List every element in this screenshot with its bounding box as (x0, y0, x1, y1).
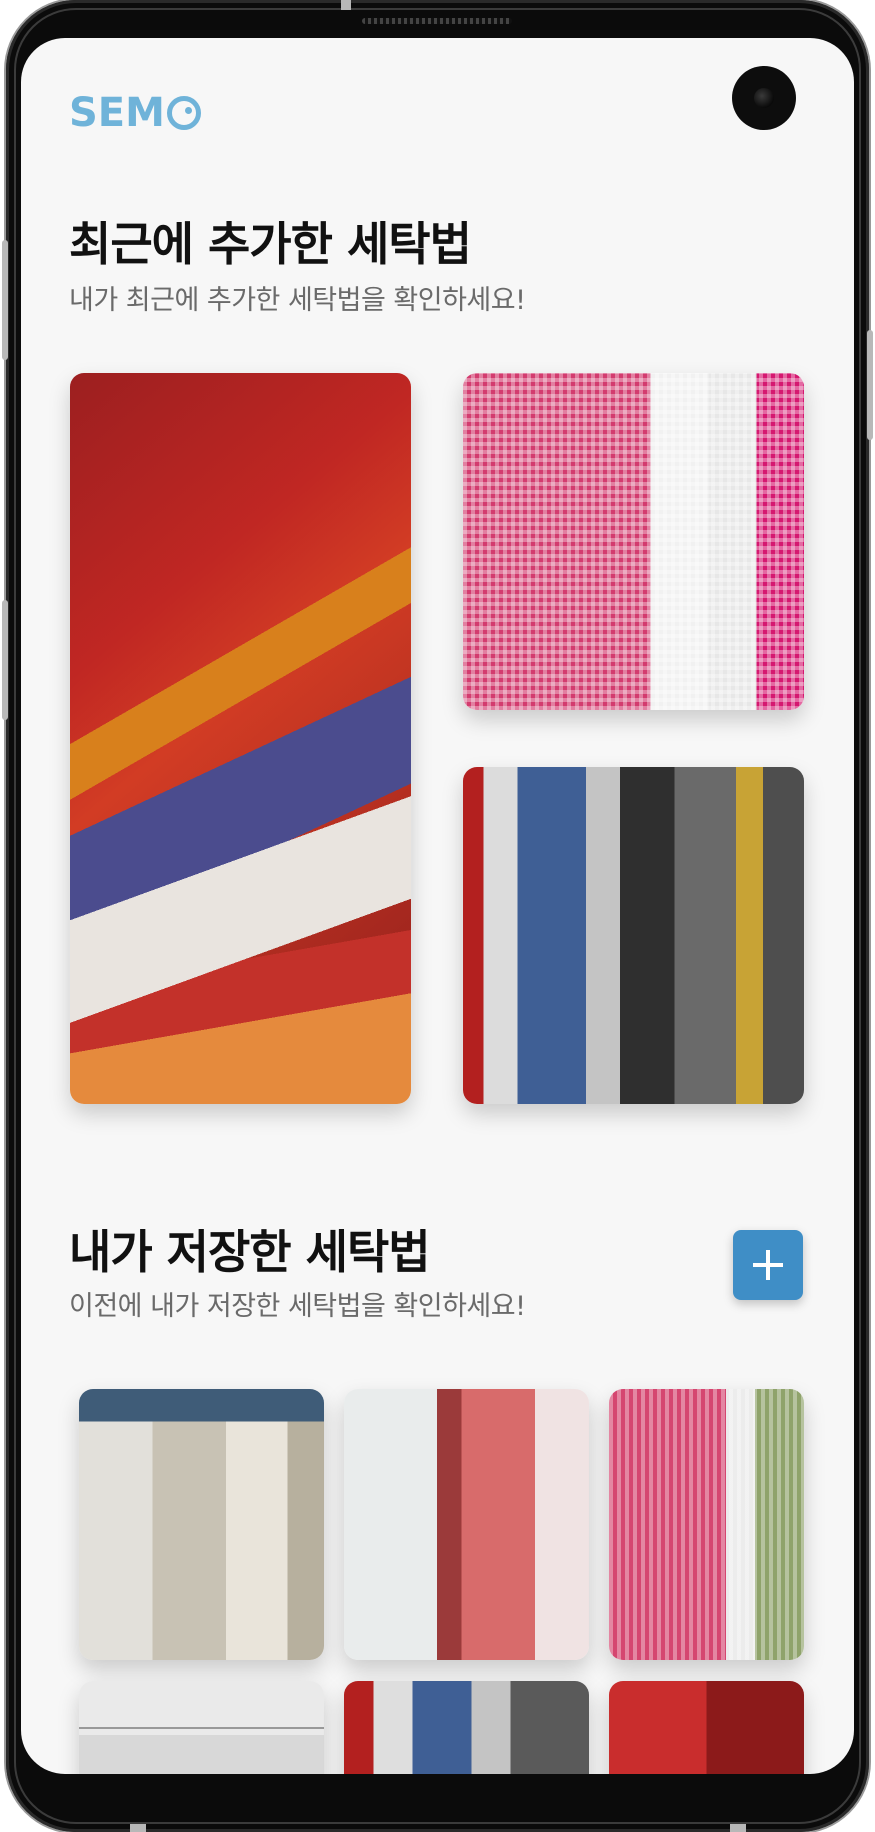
recent-card-hanging-clothes[interactable] (463, 767, 804, 1104)
phone-bottom-nub (730, 1824, 746, 1832)
saved-section-subtitle: 이전에 내가 저장한 세탁법을 확인하세요! (69, 1291, 526, 1322)
volume-button (2, 240, 8, 360)
bixby-button (2, 600, 8, 720)
recent-section-subtitle: 내가 최근에 추가한 세탁법을 확인하세요! (69, 285, 526, 316)
saved-card-hangers[interactable] (79, 1681, 324, 1774)
semo-logo[interactable]: SEM (69, 90, 201, 136)
saved-card-pink-shirt[interactable] (344, 1389, 589, 1660)
recent-card-clothesline[interactable] (70, 373, 411, 1104)
earpiece-speaker (362, 18, 512, 24)
logo-text: SEM (69, 90, 165, 136)
phone-bottom-nub (130, 1824, 146, 1832)
power-button (867, 330, 873, 440)
logo-face-icon (166, 96, 201, 130)
saved-card-hanging-clothes[interactable] (344, 1681, 589, 1774)
front-camera (732, 66, 796, 130)
saved-section-title: 내가 저장한 세탁법 (69, 1225, 431, 1279)
app-screen: SEM 최근에 추가한 세탁법 내가 최근에 추가한 세탁법을 확인하세요! 내… (21, 38, 854, 1774)
add-laundry-button[interactable] (733, 1230, 803, 1300)
hanger-rail (79, 1727, 324, 1729)
saved-card-red-towel[interactable] (609, 1681, 804, 1774)
recent-card-apron[interactable] (463, 373, 804, 710)
phone-top-nub (341, 0, 351, 10)
recent-section-title: 최근에 추가한 세탁법 (69, 217, 472, 271)
saved-card-apron[interactable] (609, 1389, 804, 1660)
saved-card-white-shirts[interactable] (79, 1389, 324, 1660)
